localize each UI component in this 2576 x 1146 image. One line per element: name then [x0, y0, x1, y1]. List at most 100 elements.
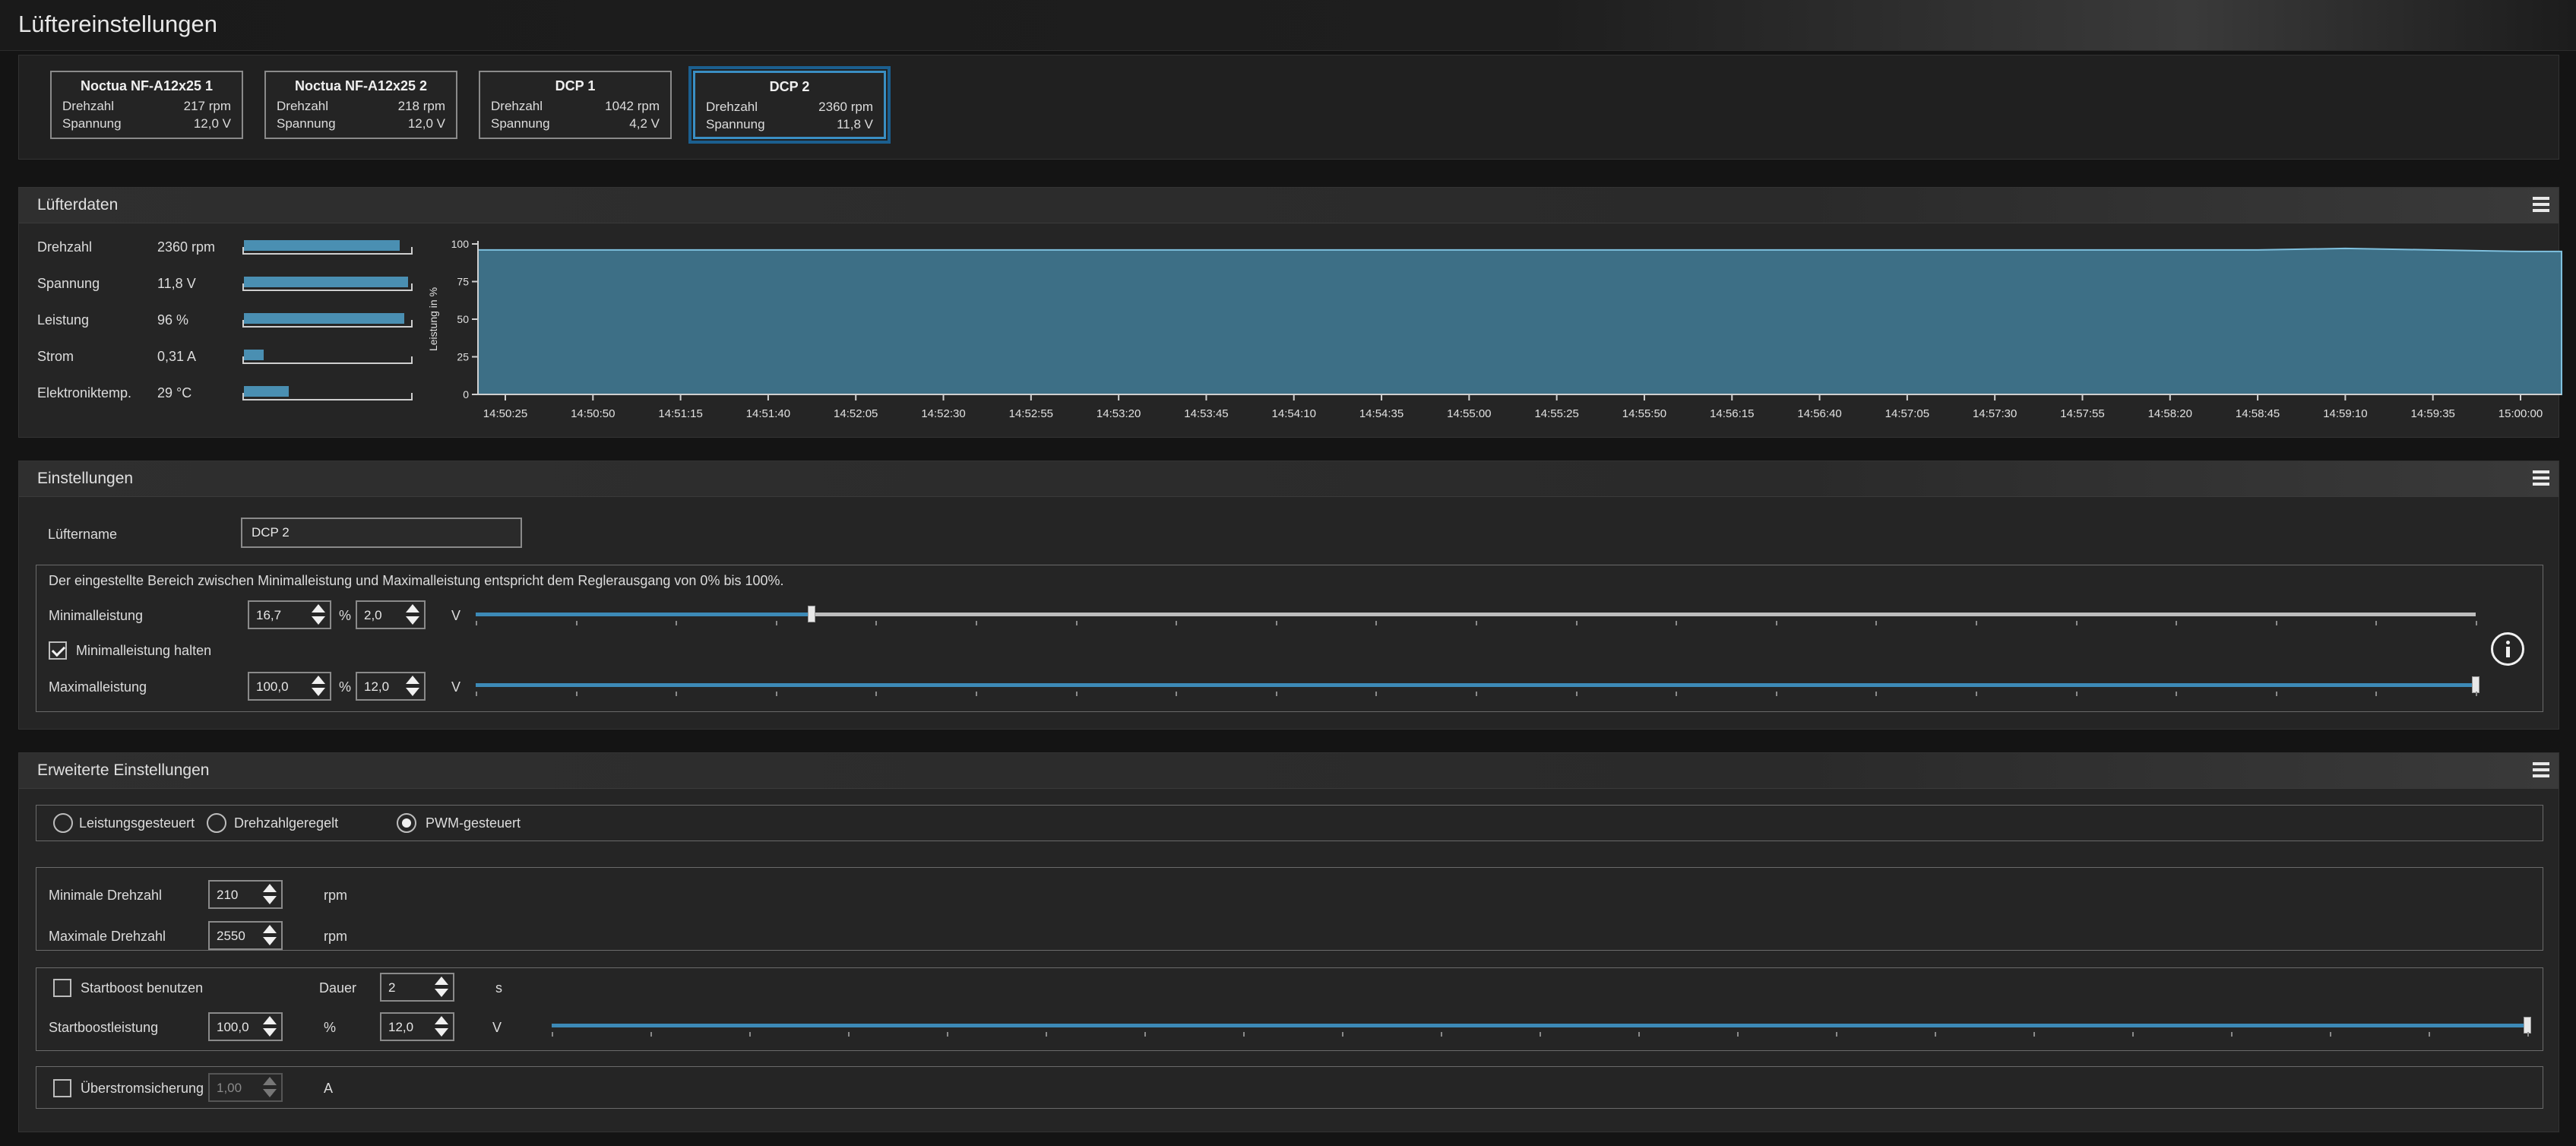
overcurrent-stepper[interactable]: 1,00 [208, 1073, 283, 1102]
stepper-arrows-icon[interactable] [263, 925, 277, 948]
duration-stepper[interactable]: 2 [380, 973, 454, 1002]
rpm-range-group: Minimale Drehzahl 210 rpm Maximale Drehz… [36, 867, 2543, 951]
settings-panel: Einstellungen Lüftername Der eingestellt… [18, 461, 2559, 730]
fan-card-voltage-label: Spannung [62, 116, 122, 131]
min-power-slider[interactable] [476, 606, 2477, 628]
level-bar [242, 274, 413, 291]
amp-unit: A [324, 1081, 334, 1096]
chart-y-tick-label: 75 [457, 276, 469, 288]
max-power-voltage-stepper[interactable]: 12,0 [356, 672, 426, 701]
data-row-value: 0,31 A [157, 349, 197, 364]
fan-card-selected[interactable]: DCP 2 Drehzahl 2360 rpm Spannung 11,8 V [688, 66, 891, 144]
hold-min-label: Minimalleistung halten [76, 643, 212, 658]
panel-header: Einstellungen [19, 461, 2559, 497]
boost-voltage-stepper[interactable]: 12,0 [380, 1012, 454, 1041]
chart-x-tick-label: 14:57:05 [1885, 407, 1929, 420]
fan-name-input[interactable] [241, 518, 522, 548]
fan-card-voltage-label: Spannung [706, 117, 765, 131]
chart-x-tick-label: 14:51:15 [658, 407, 702, 420]
mode-radio-power[interactable] [53, 813, 73, 833]
stepper-arrows-icon[interactable] [312, 604, 325, 627]
fan-card[interactable]: DCP 1 Drehzahl 1042 rpm Spannung 4,2 V [479, 71, 672, 139]
fan-card-name: Noctua NF-A12x25 1 [80, 78, 214, 93]
stepper-value: 12,0 [364, 679, 390, 694]
chart-x-tick-label: 14:51:40 [746, 407, 790, 420]
stepper-arrows-icon[interactable] [263, 1016, 277, 1039]
stepper-arrows-icon[interactable] [406, 676, 419, 698]
chart-x-tick-label: 14:58:20 [2148, 407, 2192, 420]
overcurrent-group: Überstromsicherung 1,00 A [36, 1066, 2543, 1109]
stepper-arrows-icon[interactable] [263, 884, 277, 907]
stepper-arrows-icon[interactable] [406, 604, 419, 627]
stepper-value: 2550 [217, 929, 245, 943]
window-title: Lüftereinstellungen [18, 11, 217, 37]
fan-data-panel: Lüfterdaten Drehzahl 2360 rpm Spannung 11,8… [18, 187, 2562, 438]
stepper-arrows-icon[interactable] [435, 1016, 448, 1039]
startboost-checkbox[interactable] [53, 979, 71, 997]
fan-card[interactable]: Noctua NF-A12x25 2 Drehzahl 218 rpm Spann… [264, 71, 457, 139]
overcurrent-label: Überstromsicherung [81, 1081, 204, 1096]
info-icon[interactable] [2491, 632, 2524, 666]
rpm-unit: rpm [324, 888, 347, 903]
hold-min-checkbox[interactable] [49, 641, 67, 660]
fan-name-label: Lüftername [48, 527, 118, 542]
seconds-unit: s [495, 980, 502, 996]
level-bar [242, 384, 413, 400]
fan-card-speed-label: Drehzahl [277, 99, 329, 113]
fan-card-name: Noctua NF-A12x25 2 [294, 78, 428, 93]
data-row-label: Strom [37, 349, 74, 364]
hamburger-menu-icon[interactable] [2533, 197, 2549, 212]
fan-card[interactable]: Noctua NF-A12x25 1 Drehzahl 217 rpm Spann… [50, 71, 243, 139]
hamburger-menu-icon[interactable] [2533, 762, 2549, 777]
duration-label: Dauer [319, 980, 357, 996]
chart-x-tick-label: 14:59:10 [2323, 407, 2367, 420]
chart-x-tick-label: 14:55:50 [1622, 407, 1666, 420]
boost-percent-stepper[interactable]: 100,0 [208, 1012, 283, 1041]
mode-radio-speed[interactable] [207, 813, 226, 833]
data-row-label: Drehzahl [37, 239, 93, 255]
stepper-value: 2 [388, 980, 396, 995]
fan-card-name: DCP 1 [555, 78, 596, 93]
fan-card-voltage-label: Spannung [491, 116, 550, 131]
mode-label: PWM-gesteuert [426, 815, 521, 831]
startboost-group: Startboost benutzen Dauer 2 s Startboost… [36, 967, 2543, 1051]
stepper-arrows-icon[interactable] [312, 676, 325, 698]
rpm-unit: rpm [324, 929, 347, 944]
chart-x-tick-label: 14:54:10 [1272, 407, 1316, 420]
chart-x-tick-label: 14:56:15 [1710, 407, 1754, 420]
fan-card-voltage: 12,0 V [407, 116, 445, 131]
max-rpm-stepper[interactable]: 2550 [208, 921, 283, 950]
fan-card-speed: 2360 rpm [818, 100, 873, 114]
max-power-percent-stepper[interactable]: 100,0 [248, 672, 331, 701]
min-power-percent-stepper[interactable]: 16,7 [248, 600, 331, 629]
max-power-label: Maximalleistung [49, 679, 147, 695]
panel-title: Lüfterdaten [37, 196, 119, 214]
volt-unit: V [451, 679, 461, 695]
slider-thumb[interactable] [808, 606, 816, 622]
boost-power-slider[interactable] [552, 1017, 2531, 1040]
fan-card-speed: 218 rpm [397, 99, 445, 113]
data-row-label: Leistung [37, 312, 90, 328]
range-note: Der eingestellte Bereich zwischen Minima… [49, 573, 784, 588]
stepper-arrows-icon[interactable] [435, 977, 448, 999]
slider-thumb[interactable] [2524, 1017, 2531, 1034]
fan-card-voltage: 4,2 V [629, 116, 660, 131]
data-row-value: 2360 rpm [157, 239, 216, 255]
stepper-value: 100,0 [256, 679, 289, 694]
chart-x-tick-label: 14:53:45 [1184, 407, 1228, 420]
min-power-label: Minimalleistung [49, 608, 144, 623]
fan-card-speed-label: Drehzahl [491, 99, 543, 113]
min-power-voltage-stepper[interactable]: 2,0 [356, 600, 426, 629]
chart-y-tick-label: 50 [457, 313, 469, 325]
overcurrent-checkbox[interactable] [53, 1079, 71, 1097]
mode-radio-pwm[interactable] [397, 813, 416, 833]
chart-x-tick-label: 14:52:30 [921, 407, 965, 420]
stepper-arrows-icon[interactable] [263, 1077, 277, 1100]
min-rpm-stepper[interactable]: 210 [208, 880, 283, 909]
mode-label: Drehzahlgeregelt [234, 815, 339, 831]
chart-x-tick-label: 14:50:50 [571, 407, 615, 420]
hamburger-menu-icon[interactable] [2533, 470, 2549, 486]
slider-thumb[interactable] [2472, 676, 2479, 693]
chart-x-tick-label: 14:55:00 [1447, 407, 1491, 420]
max-power-slider[interactable] [476, 676, 2479, 699]
